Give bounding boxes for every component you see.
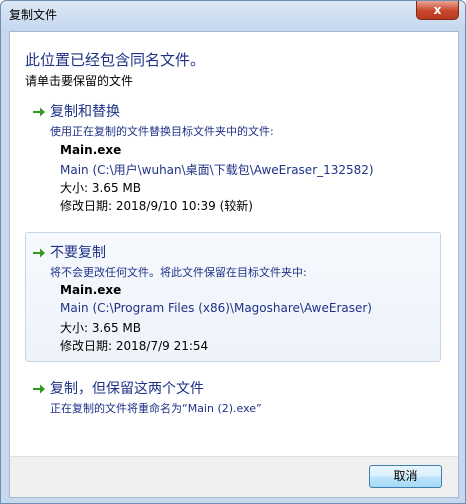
file-modified-date: 修改日期: 2018/7/9 21:54 xyxy=(60,339,209,353)
arrow-right-icon xyxy=(33,107,45,117)
option-copy-and-replace[interactable]: 复制和替换 使用正在复制的文件替换目标文件夹中的文件: Main.exe Mai… xyxy=(25,98,441,218)
dialog-footer: 取消 xyxy=(10,456,458,497)
option-dont-copy[interactable]: 不要复制 将不会更改任何文件。将此文件保留在目标文件夹中: Main.exe M… xyxy=(25,232,441,362)
arrow-right-icon xyxy=(33,248,45,258)
file-path: Main (C:\用户\wuhan\桌面\下载包\AweEraser_13258… xyxy=(60,163,374,177)
option-title: 复制和替换 xyxy=(50,104,120,120)
close-icon: x xyxy=(433,3,442,17)
window-title: 复制文件 xyxy=(9,8,58,22)
file-name: Main.exe xyxy=(60,283,122,297)
option-copy-keep-both[interactable]: 复制，但保留这两个文件 正在复制的文件将重命名为“Main (2).exe” xyxy=(25,374,441,422)
dialog-content: 此位置已经包含同名文件。 请单击要保留的文件 复制和替换 使用正在复制的文件替换… xyxy=(9,31,459,498)
file-size: 大小: 3.65 MB xyxy=(60,321,141,335)
title-bar[interactable]: 复制文件 x xyxy=(1,1,465,27)
file-name: Main.exe xyxy=(60,143,122,157)
file-modified-date: 修改日期: 2018/9/10 10:39 (较新) xyxy=(60,199,253,213)
cancel-button[interactable]: 取消 xyxy=(369,465,442,488)
instruction-text: 请单击要保留的文件 xyxy=(25,74,134,88)
option-title: 不要复制 xyxy=(50,245,106,261)
option-description: 正在复制的文件将重命名为“Main (2).exe” xyxy=(50,402,262,415)
close-button[interactable]: x xyxy=(416,1,459,20)
copy-file-dialog: 复制文件 x 此位置已经包含同名文件。 请单击要保留的文件 复制和替换 使用正在… xyxy=(0,0,466,504)
file-path: Main (C:\Program Files (x86)\Magoshare\A… xyxy=(60,301,372,315)
file-size: 大小: 3.65 MB xyxy=(60,181,141,195)
page-title: 此位置已经包含同名文件。 xyxy=(25,51,206,69)
option-description: 使用正在复制的文件替换目标文件夹中的文件: xyxy=(50,125,274,138)
option-description: 将不会更改任何文件。将此文件保留在目标文件夹中: xyxy=(50,266,307,279)
option-title: 复制，但保留这两个文件 xyxy=(50,381,204,397)
arrow-right-icon xyxy=(33,384,45,394)
